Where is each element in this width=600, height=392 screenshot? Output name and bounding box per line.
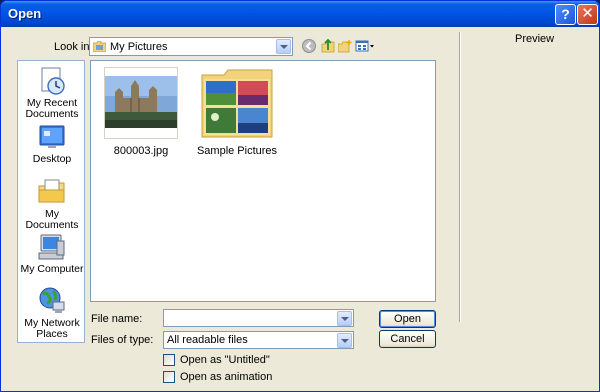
- up-folder-icon[interactable]: [321, 39, 335, 53]
- close-button[interactable]: ✕: [577, 4, 598, 25]
- file-name: 800003.jpg: [113, 145, 169, 157]
- file-name-label: File name:: [91, 313, 143, 325]
- file-name-field[interactable]: [163, 309, 354, 327]
- desktop-icon: [39, 125, 65, 148]
- file-type-value: All readable files: [167, 334, 248, 346]
- chevron-down-icon[interactable]: [337, 333, 352, 348]
- close-icon: ✕: [581, 5, 594, 22]
- photo-thumbnail-icon: [105, 76, 177, 128]
- open-button[interactable]: Open: [379, 310, 436, 328]
- network-places-icon: [39, 287, 65, 313]
- pictures-folder-icon: [93, 41, 106, 52]
- preview-label: Preview: [515, 33, 555, 45]
- file-item[interactable]: 800003.jpg: [96, 67, 186, 157]
- back-icon[interactable]: [302, 39, 316, 53]
- dialog-body: Look in: My Pictures My Recent Documents…: [4, 27, 596, 390]
- place-my-computer[interactable]: My Computer: [18, 232, 86, 275]
- place-my-documents[interactable]: My Documents: [18, 177, 86, 231]
- checkbox-box[interactable]: [163, 354, 175, 366]
- chevron-down-icon[interactable]: [337, 311, 352, 326]
- recent-documents-icon: [41, 67, 65, 95]
- title-bar[interactable]: Open ? ✕: [1, 1, 599, 27]
- cancel-button[interactable]: Cancel: [379, 330, 436, 348]
- folder-name: Sample Pictures: [196, 145, 278, 157]
- file-type-label: Files of type:: [91, 334, 154, 346]
- new-folder-icon[interactable]: [338, 39, 352, 53]
- folder-thumbnail: [200, 67, 274, 139]
- open-animation-label: Open as animation: [180, 371, 273, 383]
- places-bar: My Recent Documents Desktop My Documents…: [17, 60, 85, 343]
- place-desktop[interactable]: Desktop: [18, 122, 86, 165]
- preview-divider: [459, 32, 461, 322]
- help-icon: ?: [561, 6, 570, 22]
- views-menu-icon[interactable]: [355, 39, 377, 53]
- window-title: Open: [8, 6, 42, 21]
- place-recent-documents[interactable]: My Recent Documents: [18, 66, 86, 120]
- help-button[interactable]: ?: [555, 4, 576, 25]
- place-network-places[interactable]: My Network Places: [18, 286, 86, 340]
- look-in-label: Look in:: [54, 41, 93, 53]
- file-list[interactable]: 800003.jpg Sample Pictures: [90, 60, 436, 302]
- folder-item[interactable]: Sample Pictures: [192, 67, 282, 157]
- look-in-value: My Pictures: [110, 41, 168, 53]
- look-in-combo[interactable]: My Pictures: [89, 37, 293, 56]
- folder-icon: [201, 69, 273, 138]
- open-dialog: Open ? ✕ Look in: My Pictures My Recent …: [0, 0, 600, 392]
- file-type-select[interactable]: All readable files: [163, 331, 354, 349]
- my-computer-icon: [38, 234, 65, 260]
- open-untitled-label: Open as "Untitled": [180, 354, 270, 366]
- checkbox-box[interactable]: [163, 371, 175, 383]
- chevron-down-icon[interactable]: [276, 39, 291, 54]
- image-thumbnail: [104, 67, 178, 139]
- my-documents-icon: [38, 179, 65, 203]
